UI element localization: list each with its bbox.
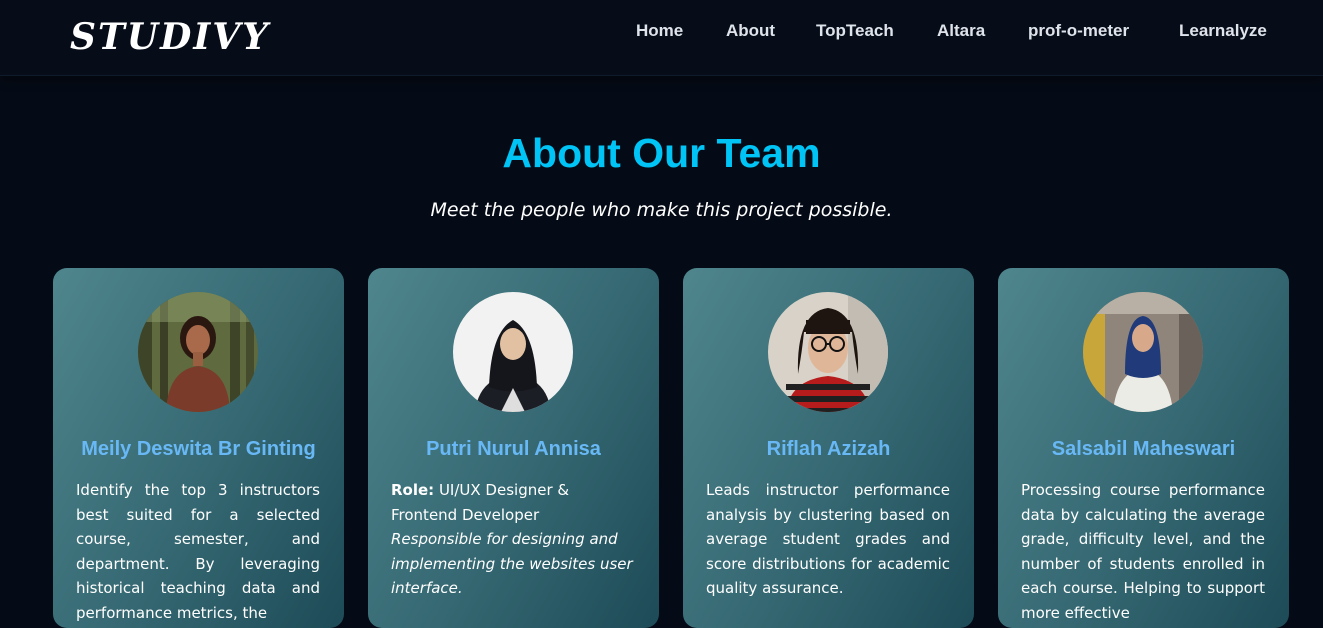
- avatar-photo: [1083, 292, 1203, 412]
- member-description: Role: UI/UX Designer & Frontend Develope…: [391, 478, 635, 601]
- avatar-photo: [768, 292, 888, 412]
- member-name: Salsabil Maheswari: [1051, 438, 1236, 460]
- nav-link-topteach[interactable]: TopTeach: [816, 21, 894, 41]
- member-name: Riflah Azizah: [766, 438, 891, 460]
- nav-links: Home About TopTeach Altara prof-o-meter …: [0, 21, 1323, 43]
- team-card: Salsabil Maheswari Processing course per…: [998, 268, 1289, 628]
- avatar-photo: [453, 292, 573, 412]
- member-name: Putri Nurul Annisa: [426, 438, 601, 460]
- nav-link-learnalyze[interactable]: Learnalyze: [1179, 21, 1267, 41]
- nav-link-about[interactable]: About: [726, 21, 775, 41]
- member-description: Processing course performance data by ca…: [1021, 481, 1265, 622]
- team-card: Riflah Azizah Leads instructor performan…: [683, 268, 974, 628]
- avatar-photo: [138, 292, 258, 412]
- nav-link-altara[interactable]: Altara: [937, 21, 985, 41]
- role-label: Role:: [391, 481, 435, 499]
- team-card: Putri Nurul Annisa Role: UI/UX Designer …: [368, 268, 659, 628]
- member-description: Identify the top 3 instructors best suit…: [76, 481, 320, 622]
- member-name: Meily Deswita Br Ginting: [81, 438, 316, 460]
- member-description: Leads instructor performance analysis by…: [706, 481, 950, 597]
- role-description: Responsible for designing and implementi…: [391, 530, 633, 597]
- page-subtitle: Meet the people who make this project po…: [430, 199, 893, 221]
- team-card: Meily Deswita Br Ginting Identify the to…: [53, 268, 344, 628]
- nav-link-home[interactable]: Home: [636, 21, 683, 41]
- nav-link-prof-o-meter[interactable]: prof-o-meter: [1028, 21, 1129, 41]
- page-title: About Our Team: [502, 130, 821, 176]
- navbar: STUDIVY Home About TopTeach Altara prof-…: [0, 0, 1323, 76]
